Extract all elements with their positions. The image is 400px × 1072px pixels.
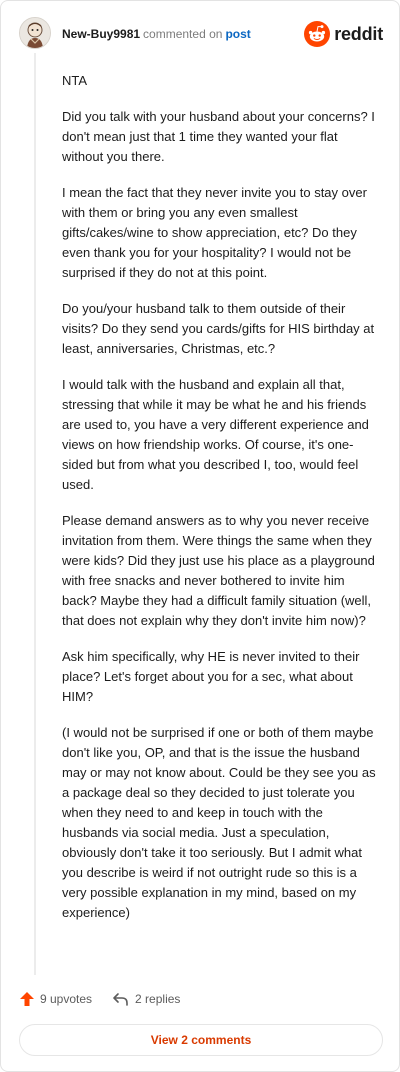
replies-count: 2 replies bbox=[135, 992, 181, 1006]
view-comments-button[interactable]: View 2 comments bbox=[19, 1024, 383, 1056]
reply-arrow-icon bbox=[113, 993, 128, 1006]
comment-paragraph: Ask him specifically, why HE is never in… bbox=[62, 649, 360, 704]
comment-paragraph: (I would not be surprised if one or both… bbox=[62, 725, 376, 920]
comment-meta: New-Buy9981 commented on post bbox=[62, 27, 251, 41]
thread-line[interactable] bbox=[34, 53, 36, 975]
upvote-count: 9 upvotes bbox=[40, 992, 93, 1006]
upvote-button[interactable]: 9 upvotes bbox=[19, 991, 92, 1007]
comment-paragraph: I would talk with the husband and explai… bbox=[62, 377, 369, 492]
avatar[interactable] bbox=[19, 17, 51, 49]
comment-paragraph: Did you talk with your husband about you… bbox=[62, 109, 375, 164]
comment-paragraph: Do you/your husband talk to them outside… bbox=[62, 301, 375, 356]
comment-paragraph: NTA bbox=[62, 73, 88, 88]
username[interactable]: New-Buy9981 bbox=[62, 27, 140, 41]
comment-card: New-Buy9981 commented on post reddit NTA D… bbox=[0, 0, 400, 1072]
replies-button[interactable]: 2 replies bbox=[112, 991, 180, 1007]
avatar-image bbox=[20, 18, 50, 48]
comment-paragraph: Please demand answers as to why you neve… bbox=[62, 513, 375, 628]
comment-actions: 9 upvotes 2 replies bbox=[19, 989, 200, 1009]
reddit-brand[interactable]: reddit bbox=[304, 21, 383, 47]
comment-header: New-Buy9981 commented on post reddit bbox=[19, 17, 383, 51]
upvote-arrow-icon bbox=[20, 992, 34, 1006]
comment-body: NTA Did you talk with your husband about… bbox=[62, 71, 378, 939]
reddit-wordmark: reddit bbox=[334, 23, 383, 44]
commented-on-label: commented on bbox=[143, 27, 223, 41]
reddit-logo-icon bbox=[304, 21, 331, 47]
post-link[interactable]: post bbox=[225, 27, 250, 41]
comment-paragraph: I mean the fact that they never invite y… bbox=[62, 185, 367, 280]
